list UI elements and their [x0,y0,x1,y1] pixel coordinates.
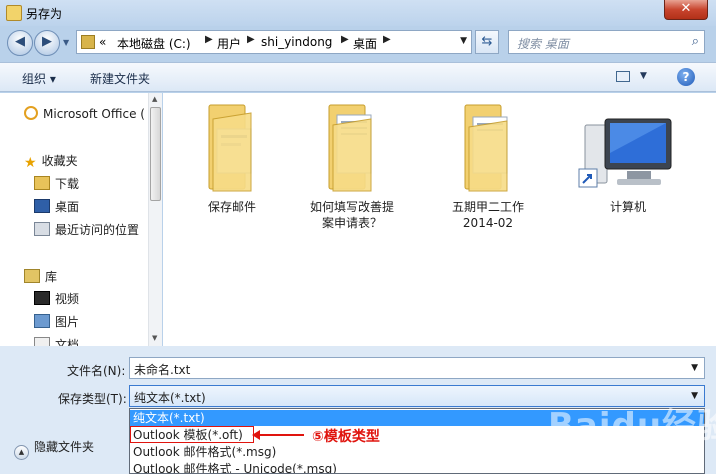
chevron-down-icon[interactable]: ▼ [691,363,698,373]
file-label: 保存邮件 [207,200,256,214]
pictures-icon [34,314,50,328]
filename-value: 未命名.txt [134,363,191,377]
file-label: 案申请表？ [321,216,382,230]
help-icon[interactable]: ? [677,68,695,86]
folder-icon [464,104,508,192]
annotation-highlight-box [130,426,254,443]
savetype-value: 纯文本(*.txt) [134,391,206,405]
address-segment[interactable]: 桌面 [353,35,377,52]
scrollbar-thumb[interactable] [150,107,161,201]
chevron-right-icon[interactable]: ▶ [341,34,349,45]
folder-item[interactable]: 保存邮件 [177,99,287,229]
filename-field[interactable]: 未命名.txt ▼ [129,357,705,379]
download-icon [34,176,50,190]
navigation-pane: Microsoft Office ( ★ 收藏夹 下载 桌面 最近访问的位置 库 … [0,93,162,346]
window-title: 另存为 [26,7,63,21]
view-icon[interactable] [616,71,630,82]
sidebar-item-favorites[interactable]: ★ 收藏夹 [24,152,78,171]
address-segment[interactable]: 用户 [217,35,241,52]
annotation-label: ⑤模板类型 [312,429,380,445]
sidebar-item-documents[interactable]: 文档 [34,336,79,346]
forward-button[interactable]: ▶ [34,30,60,56]
recent-places-icon [34,222,50,236]
organize-button[interactable]: 组织 ▾ [22,70,56,87]
hide-folders-label: 隐藏文件夹 [34,440,95,454]
file-list: 保存邮件 如何填写改善提 案申请表？ 五期甲二工作 2014-02 计算机 [163,93,716,346]
sidebar-item-pictures[interactable]: 图片 [34,313,79,331]
chevron-right-icon[interactable]: ▶ [247,34,255,45]
file-label: 计算机 [609,200,646,214]
folder-icon [208,104,252,192]
documents-icon [34,337,50,346]
history-dropdown-icon[interactable]: ▼ [63,38,69,47]
save-as-icon [6,5,22,21]
address-bar[interactable]: « 本地磁盘 (C:) ▶ 用户 ▶ shi_yindong ▶ 桌面 ▶ ▼ [76,30,472,54]
savetype-label: 保存类型(T): [58,392,127,406]
star-icon: ★ [24,155,37,171]
annotation-arrow [258,434,304,436]
chevron-right-icon[interactable]: ▶ [205,34,213,45]
chevron-up-icon: ▲ [14,445,29,460]
view-dropdown-icon[interactable]: ▼ [640,71,647,81]
computer-icon [578,118,672,188]
hide-folders-button[interactable]: ▲ 隐藏文件夹 [14,438,94,460]
outlook-icon [24,106,38,120]
sidebar-item-libraries[interactable]: 库 [24,268,57,286]
new-folder-button[interactable]: 新建文件夹 [90,70,150,87]
file-label: 如何填写改善提 [309,200,394,214]
folder-icon [81,35,95,49]
watermark: Baidu经验 [548,406,716,446]
address-overflow[interactable]: « [99,35,106,49]
folder-item[interactable]: 如何填写改善提 案申请表？ [297,99,407,230]
folder-item[interactable]: 五期甲二工作 2014-02 [433,99,543,230]
desktop-icon [34,199,50,213]
sidebar-item-recent[interactable]: 最近访问的位置 [34,221,139,239]
sidebar-item-office[interactable]: Microsoft Office ( [24,106,145,124]
sidebar-item-downloads[interactable]: 下载 [34,175,79,193]
refresh-button[interactable]: ⇆ [475,30,499,54]
file-label: 2014-02 [462,216,514,230]
search-icon[interactable]: ⌕ [692,34,699,49]
search-input[interactable]: 搜索 桌面 ⌕ [508,30,705,54]
video-icon [34,291,50,305]
chevron-right-icon[interactable]: ▶ [383,34,391,45]
computer-item[interactable]: 计算机 [573,99,683,229]
scroll-up-icon[interactable]: ▲ [152,95,157,103]
folder-icon [328,104,372,192]
address-segment[interactable]: 本地磁盘 (C:) [117,35,191,52]
file-label: 五期甲二工作 [451,200,524,214]
library-icon [24,269,40,283]
address-segment[interactable]: shi_yindong [261,35,332,49]
dropdown-option[interactable]: Outlook 邮件格式 - Unicode(*.msg) [130,461,704,473]
sidebar-item-desktop[interactable]: 桌面 [34,198,79,216]
sidebar-item-videos[interactable]: 视频 [34,290,79,308]
toolbar: 组织 ▾ 新建文件夹 ▼ ? [0,62,716,92]
back-button[interactable]: ◀ [7,30,33,56]
search-placeholder: 搜索 桌面 [517,37,569,51]
title-bar: 另存为 ✕ [0,0,716,26]
close-button[interactable]: ✕ [664,0,708,20]
navigation-scrollbar[interactable]: ▲ ▼ [148,93,162,346]
scroll-down-icon[interactable]: ▼ [152,334,157,342]
address-dropdown-icon[interactable]: ▼ [460,36,467,46]
filename-label: 文件名(N): [67,364,126,378]
